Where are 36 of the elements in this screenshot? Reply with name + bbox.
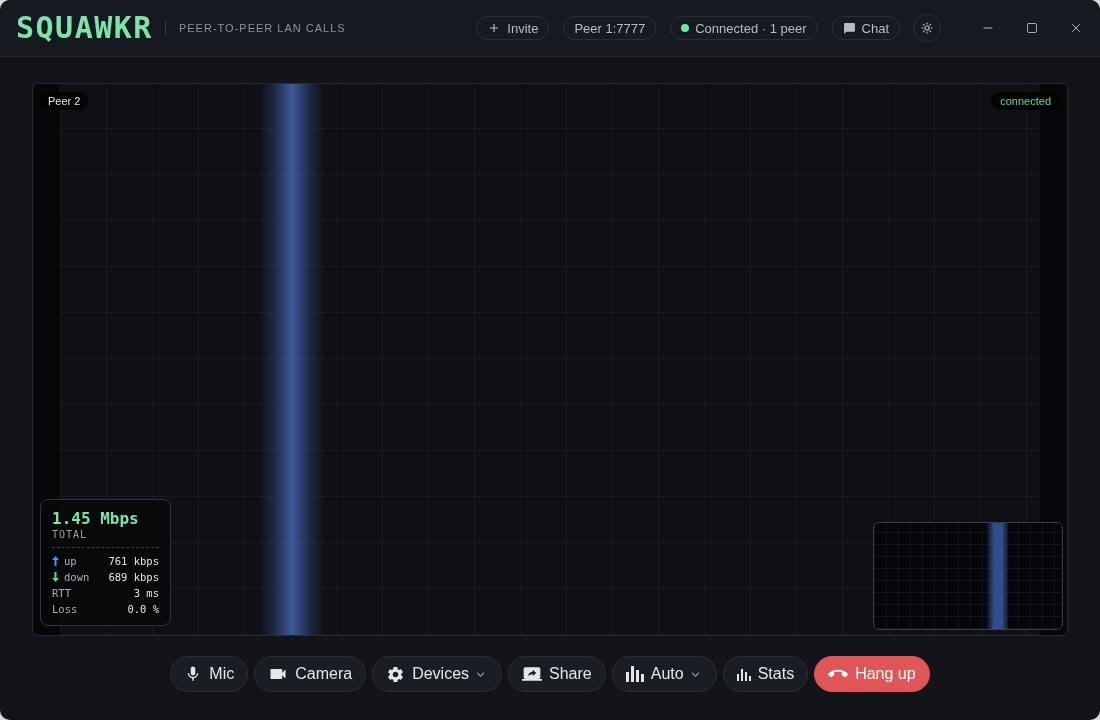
gear-icon — [386, 664, 406, 684]
screen-share-icon — [522, 664, 543, 684]
arrow-down-icon — [52, 572, 59, 582]
tagline-text: PEER-TO-PEER LAN CALLS — [178, 22, 346, 34]
bars-icon — [625, 666, 644, 682]
stat-label: RTT — [52, 587, 71, 599]
stats-button[interactable]: Stats — [722, 656, 809, 692]
stat-label: Loss — [52, 603, 78, 615]
quality-button[interactable]: Auto — [611, 656, 717, 692]
close-icon — [1069, 21, 1083, 35]
stat-label: down — [64, 571, 90, 583]
app-logo: SQUAWKR — [16, 13, 153, 43]
total-bitrate-text: 1.45 Mbps — [52, 508, 140, 528]
stat-value: 689 kbps — [108, 571, 159, 583]
chat-button[interactable]: Chat — [831, 16, 900, 40]
hang-up-button[interactable]: Hang up — [814, 656, 930, 692]
mic-button[interactable]: Mic — [170, 656, 249, 692]
stat-value: 761 kbps — [108, 555, 159, 567]
stat-value: 0.0 % — [127, 603, 159, 615]
invite-button[interactable]: Invite — [476, 16, 550, 40]
total-label: TOTAL — [52, 528, 89, 541]
connection-status-chip: Connected · 1 peer — [670, 16, 818, 40]
sun-icon — [921, 22, 933, 34]
peer-name-label: Peer 2 — [40, 92, 89, 110]
stat-value: 3 ms — [133, 587, 159, 599]
maximize-icon — [1026, 22, 1038, 34]
bar-chart-icon — [736, 667, 751, 681]
devices-button[interactable]: Devices — [372, 656, 503, 692]
arrow-up-icon — [52, 556, 59, 566]
stat-label: up — [64, 555, 77, 567]
share-screen-button[interactable]: Share — [508, 656, 606, 692]
theme-toggle-button[interactable] — [913, 14, 941, 42]
connection-state-badge: connected — [991, 92, 1060, 110]
peer-address-chip: Peer 1:7777 — [563, 16, 657, 40]
chat-bubble-icon — [842, 21, 856, 35]
camera-button[interactable]: Camera — [254, 656, 367, 692]
